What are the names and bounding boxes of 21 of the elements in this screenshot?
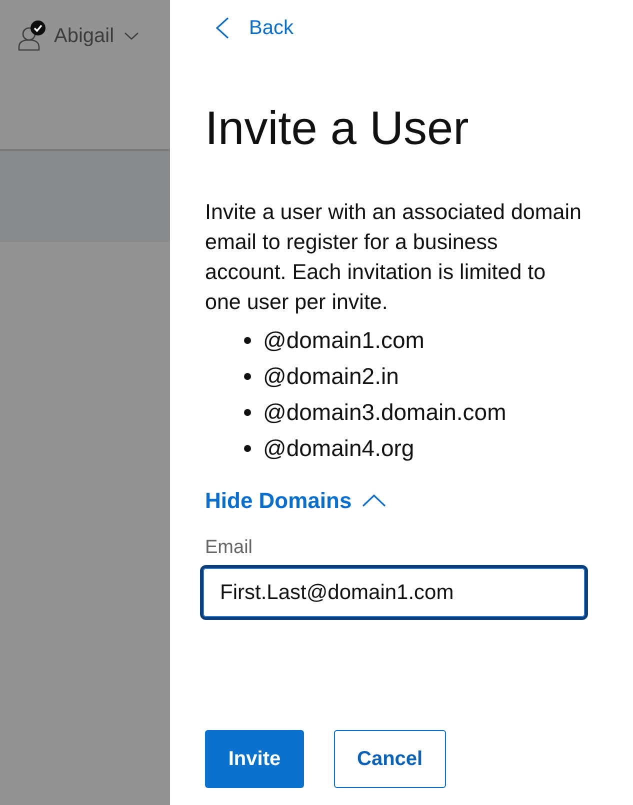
page-title: Invite a User	[205, 102, 469, 154]
domain-text: @domain2.in	[263, 362, 399, 391]
bullet-icon	[244, 372, 251, 380]
email-label: Email	[205, 536, 253, 560]
chevron-up-icon	[362, 494, 386, 506]
bullet-icon	[244, 336, 251, 344]
back-link[interactable]: Back	[205, 13, 294, 43]
cancel-button[interactable]: Cancel	[334, 730, 446, 788]
domains-toggle[interactable]: Hide Domains	[205, 485, 386, 515]
bullet-icon	[244, 408, 251, 416]
bullet-icon	[244, 444, 251, 452]
description-text: Invite a user with an associated domain email to register for a business account. Each invitation is limited to one user per invite.	[205, 199, 582, 316]
user-check-icon	[18, 20, 46, 51]
domain-text: @domain1.com	[263, 326, 424, 355]
email-input[interactable]: First.Last@domain1.com	[200, 565, 588, 620]
user-menu[interactable]: Abigail	[18, 20, 140, 51]
invite-button[interactable]: Invite	[205, 730, 304, 788]
chevron-down-icon	[124, 32, 140, 40]
domain-text: @domain4.org	[263, 434, 414, 463]
chevron-left-icon	[215, 17, 229, 39]
domain-text: @domain3.domain.com	[263, 398, 506, 427]
